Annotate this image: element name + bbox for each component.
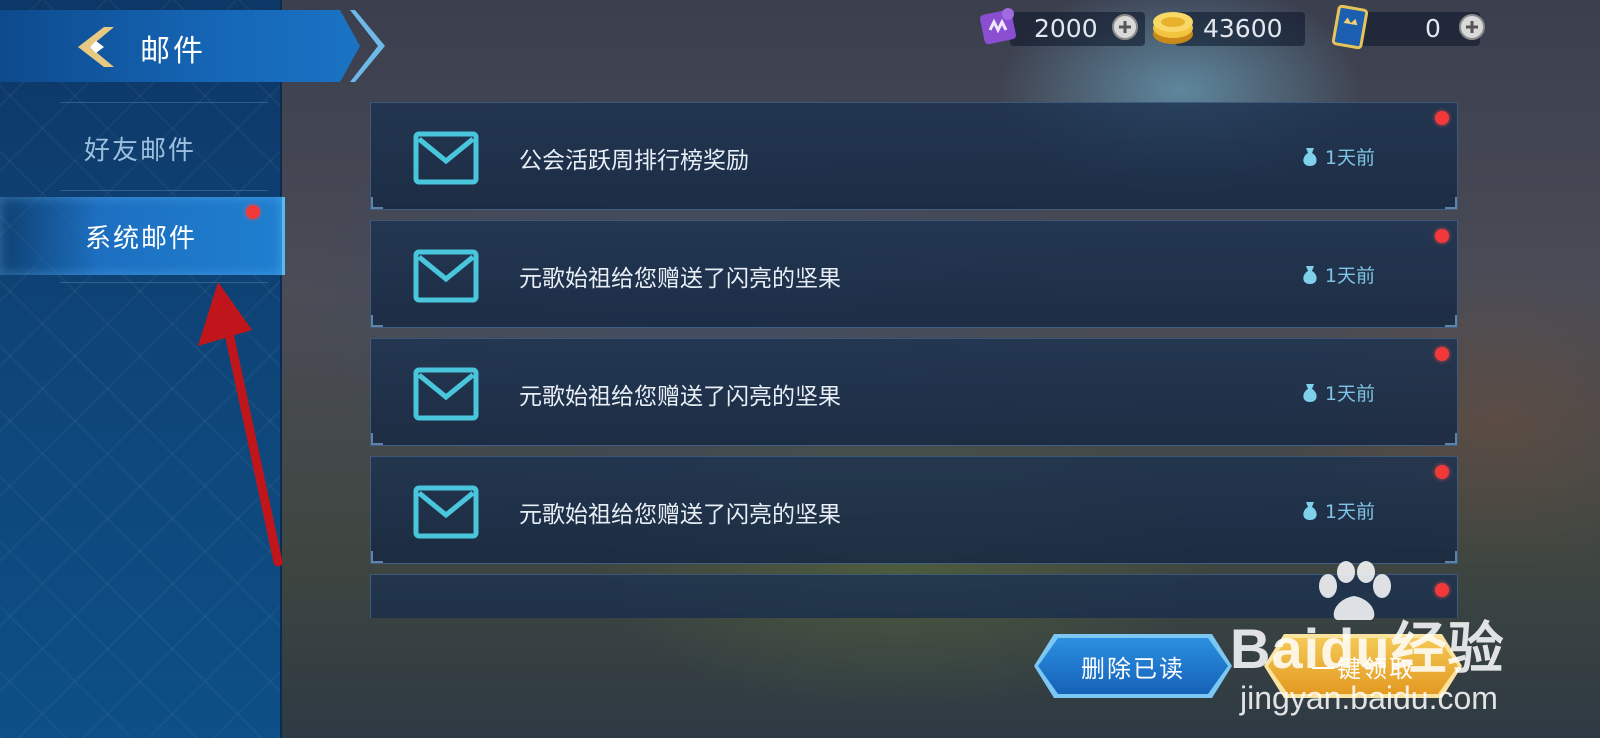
delete-read-button[interactable]: 删除已读 xyxy=(1038,638,1228,694)
mail-time: 1天前 xyxy=(1301,379,1375,406)
plus-icon xyxy=(1119,21,1131,33)
mail-time-label: 1天前 xyxy=(1324,265,1375,287)
back-button[interactable] xyxy=(72,24,122,70)
baidu-watermark: Baidu经验 jingyan.baidu.com xyxy=(1230,560,1600,716)
watermark-brand: Baidu经验 xyxy=(1230,617,1505,680)
plus-icon xyxy=(1466,21,1478,33)
unread-dot xyxy=(1435,229,1449,243)
sidebar-divider xyxy=(60,190,268,191)
annotation-arrow-icon xyxy=(198,282,283,567)
add-ticket-card-button[interactable] xyxy=(1459,14,1485,40)
gift-bag-icon xyxy=(1303,383,1317,402)
mail-title: 元歌始祖给您赠送了闪亮的坚果 xyxy=(519,266,841,292)
frame-corner xyxy=(371,315,383,327)
unread-dot xyxy=(1435,111,1449,125)
mail-item[interactable]: 元歌始祖给您赠送了闪亮的坚果 1天前 xyxy=(370,220,1458,328)
puzzle-currency-icon xyxy=(979,8,1017,45)
envelope-icon xyxy=(413,249,479,303)
gold-coin-value: 43600 xyxy=(1203,14,1283,43)
tab-system-mail[interactable]: 系统邮件 xyxy=(0,197,285,275)
unread-dot xyxy=(1435,347,1449,361)
mail-list[interactable]: 公会活跃周排行榜奖励 1天前 元歌始祖给您赠送了闪亮的坚果 1天前 元歌始祖给您… xyxy=(370,102,1460,618)
mail-time: 1天前 xyxy=(1301,143,1375,170)
mail-time-label: 1天前 xyxy=(1324,147,1375,169)
gift-bag-icon xyxy=(1303,265,1317,284)
mail-time-label: 1天前 xyxy=(1324,501,1375,523)
puzzle-currency-value: 2000 xyxy=(1034,14,1098,43)
frame-corner xyxy=(371,433,383,445)
mail-item[interactable]: 公会活跃周排行榜奖励 1天前 xyxy=(370,102,1458,210)
gift-bag-icon xyxy=(1303,147,1317,166)
mail-time: 1天前 xyxy=(1301,497,1375,524)
tab-friend-mail-label: 好友邮件 xyxy=(83,135,196,166)
mail-time-label: 1天前 xyxy=(1324,383,1375,405)
tab-system-mail-label: 系统邮件 xyxy=(84,223,197,254)
ticket-card-icon xyxy=(1331,4,1369,50)
frame-corner xyxy=(1445,197,1457,209)
frame-corner xyxy=(371,551,383,563)
frame-corner xyxy=(1445,315,1457,327)
frame-corner xyxy=(1445,433,1457,445)
unread-dot xyxy=(1435,465,1449,479)
envelope-icon xyxy=(413,367,479,421)
sidebar-divider xyxy=(60,102,268,103)
mail-title: 元歌始祖给您赠送了闪亮的坚果 xyxy=(519,384,841,410)
mail-time: 1天前 xyxy=(1301,261,1375,288)
system-mail-badge xyxy=(246,205,260,219)
mail-item[interactable]: 元歌始祖给您赠送了闪亮的坚果 1天前 xyxy=(370,456,1458,564)
back-chevron-icon xyxy=(78,27,114,67)
watermark-url: jingyan.baidu.com xyxy=(1240,680,1498,716)
ticket-card-value: 0 xyxy=(1425,14,1441,43)
add-puzzle-currency-button[interactable] xyxy=(1112,14,1138,40)
mail-title: 公会活跃周排行榜奖励 xyxy=(519,148,749,174)
mail-item[interactable]: 元歌始祖给您赠送了闪亮的坚果 1天前 xyxy=(370,338,1458,446)
tab-friend-mail[interactable]: 好友邮件 xyxy=(0,108,280,188)
gold-coin-icon xyxy=(1153,12,1193,44)
page-title: 邮件 xyxy=(140,34,206,69)
gift-bag-icon xyxy=(1303,501,1317,520)
envelope-icon xyxy=(413,485,479,539)
mail-title: 元歌始祖给您赠送了闪亮的坚果 xyxy=(519,502,841,528)
envelope-icon xyxy=(413,131,479,185)
frame-corner xyxy=(371,197,383,209)
